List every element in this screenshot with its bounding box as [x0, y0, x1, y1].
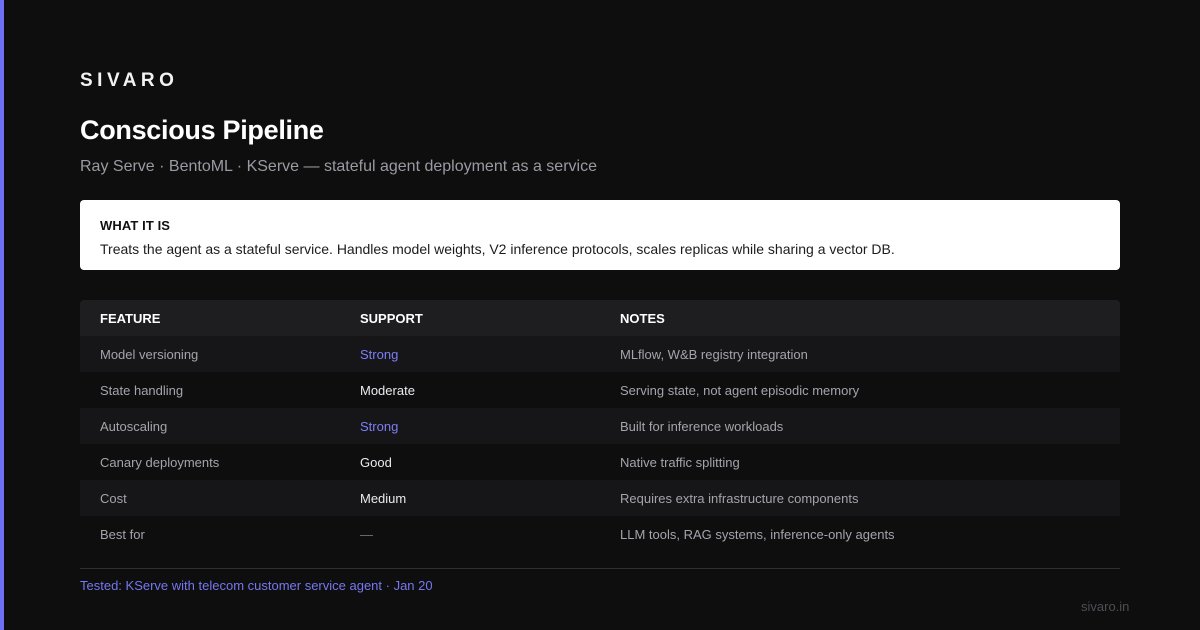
notes-cell: LLM tools, RAG systems, inference-only a…	[620, 526, 895, 542]
summary-text: Treats the agent as a stateful service. …	[100, 241, 895, 257]
test-note: Tested: KServe with telecom customer ser…	[80, 578, 433, 593]
feature-cell: Canary deployments	[100, 454, 220, 470]
support-cell: Moderate	[360, 382, 415, 398]
table-row: State handling Moderate Serving state, n…	[80, 372, 1120, 408]
feature-cell: State handling	[100, 382, 184, 398]
support-cell: Strong	[360, 346, 399, 362]
feature-cell: Autoscaling	[100, 418, 168, 434]
support-cell: Strong	[360, 418, 399, 434]
page-title: Conscious Pipeline	[80, 115, 324, 145]
support-cell: Good	[360, 454, 392, 470]
column-header-notes: NOTES	[620, 310, 665, 326]
table-row: Model versioning Strong MLflow, W&B regi…	[80, 336, 1120, 372]
notes-cell: Built for inference workloads	[620, 418, 784, 434]
support-cell: —	[360, 526, 373, 542]
notes-cell: Native traffic splitting	[620, 454, 740, 470]
table-row: Canary deployments Good Native traffic s…	[80, 444, 1120, 480]
accent-bar	[0, 0, 4, 630]
table-header-row: FEATURE SUPPORT NOTES	[80, 300, 1120, 336]
footer-divider	[80, 568, 1120, 569]
support-cell: Medium	[360, 490, 407, 506]
feature-cell: Cost	[100, 490, 127, 506]
notes-cell: Serving state, not agent episodic memory	[620, 382, 860, 398]
table-row: Autoscaling Strong Built for inference w…	[80, 408, 1120, 444]
notes-cell: MLflow, W&B registry integration	[620, 346, 808, 362]
feature-table: FEATURE SUPPORT NOTES Model versioning S…	[80, 300, 1120, 552]
summary-card: WHAT IT IS Treats the agent as a statefu…	[80, 200, 1120, 270]
table-row: Cost Medium Requires extra infrastructur…	[80, 480, 1120, 516]
table-row: Best for — LLM tools, RAG systems, infer…	[80, 516, 1120, 552]
feature-cell: Model versioning	[100, 346, 199, 362]
feature-cell: Best for	[100, 526, 145, 542]
summary-label: WHAT IT IS	[100, 218, 171, 233]
slide: SIVARO Conscious Pipeline Ray Serve · Be…	[0, 0, 1200, 630]
notes-cell: Requires extra infrastructure components	[620, 490, 859, 506]
column-header-support: SUPPORT	[360, 310, 423, 326]
site-url: sivaro.in	[1081, 599, 1130, 614]
brand-logo: SIVARO	[80, 70, 179, 91]
page-subtitle: Ray Serve · BentoML · KServe — stateful …	[80, 158, 597, 175]
column-header-feature: FEATURE	[100, 310, 161, 326]
